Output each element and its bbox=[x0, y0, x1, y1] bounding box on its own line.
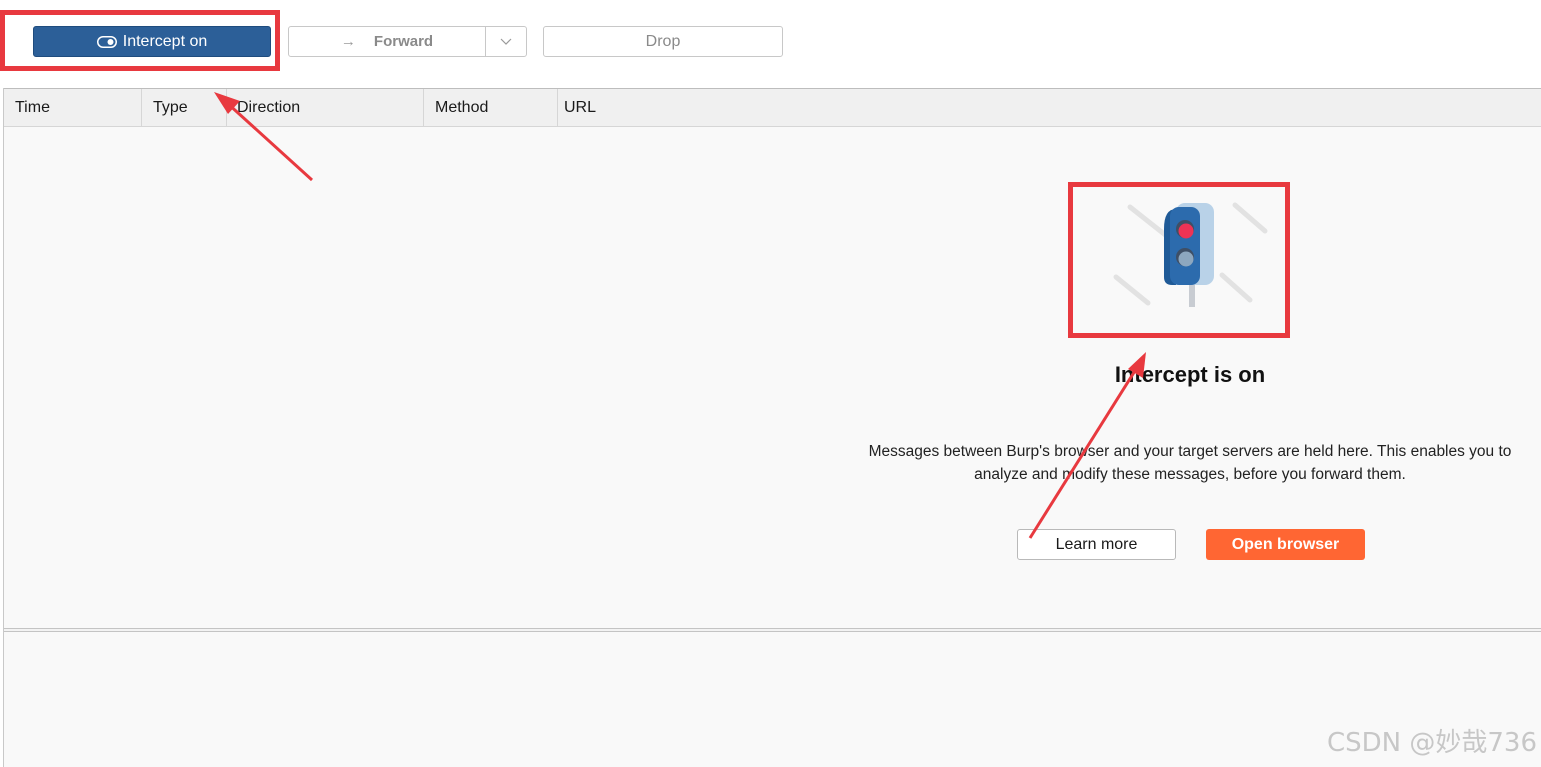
drop-button-label: Drop bbox=[645, 32, 681, 50]
arrow-right-icon: → bbox=[340, 33, 356, 50]
column-label: Time bbox=[15, 98, 50, 116]
learn-more-button[interactable]: Learn more bbox=[1017, 529, 1176, 560]
forward-button[interactable]: → Forward bbox=[289, 27, 485, 56]
watermark: CSDN @妙哉736 bbox=[1326, 728, 1537, 758]
column-header-url[interactable]: URL bbox=[558, 89, 1541, 126]
column-header-method[interactable]: Method bbox=[424, 89, 558, 126]
forward-button-label: Forward bbox=[373, 33, 434, 50]
column-label: Method bbox=[435, 98, 489, 116]
chevron-down-icon bbox=[500, 38, 512, 45]
drop-button[interactable]: Drop bbox=[543, 26, 783, 57]
forward-button-group: → Forward bbox=[288, 26, 527, 57]
learn-more-label: Learn more bbox=[1055, 535, 1138, 553]
intercept-toolbar: Intercept on → Forward Drop bbox=[0, 0, 1541, 88]
column-header-type[interactable]: Type bbox=[142, 89, 227, 126]
intercept-toggle-button[interactable]: Intercept on bbox=[33, 26, 271, 57]
empty-state-description: Messages between Burp's browser and your… bbox=[868, 443, 1512, 483]
column-header-time[interactable]: Time bbox=[4, 89, 142, 126]
column-header-direction[interactable]: Direction bbox=[227, 89, 424, 126]
traffic-light-icon bbox=[1113, 202, 1268, 307]
intercept-button-label: Intercept on bbox=[122, 32, 208, 50]
empty-state-title: Intercept is on bbox=[1114, 362, 1266, 387]
open-browser-label: Open browser bbox=[1231, 535, 1340, 553]
column-label: Type bbox=[153, 98, 188, 116]
table-header: Time Type Direction Method URL bbox=[4, 89, 1541, 127]
forward-menu-button[interactable] bbox=[485, 27, 526, 56]
open-browser-button[interactable]: Open browser bbox=[1206, 529, 1365, 560]
column-label: Direction bbox=[237, 98, 301, 116]
message-editor-pane bbox=[4, 632, 1541, 767]
toggle-icon bbox=[96, 35, 117, 48]
column-label: URL bbox=[564, 98, 597, 116]
